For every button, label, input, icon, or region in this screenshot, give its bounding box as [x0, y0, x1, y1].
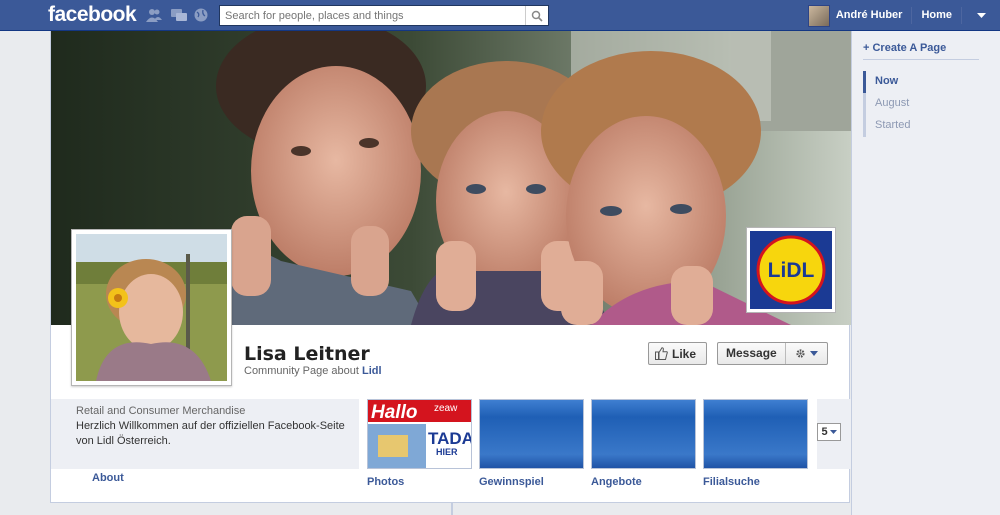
message-label[interactable]: Message [718, 343, 786, 364]
divider [863, 59, 979, 60]
magnifier-icon [531, 10, 543, 22]
profile-picture[interactable] [71, 229, 232, 386]
gewinnspiel-label[interactable]: Gewinnspiel [479, 476, 544, 488]
search-box [219, 5, 549, 26]
timeline-spine [451, 503, 453, 515]
account-menu-button[interactable] [962, 12, 1000, 19]
lidl-logo-badge[interactable]: LiDL [746, 227, 836, 313]
messages-icon[interactable] [171, 8, 187, 22]
more-apps-button[interactable]: 5 [817, 423, 841, 441]
search-input[interactable] [220, 6, 525, 25]
filialsuche-label[interactable]: Filialsuche [703, 476, 760, 488]
user-name-link[interactable]: André Huber [836, 7, 913, 24]
angebote-app-tile[interactable] [591, 399, 696, 469]
notifications-globe-icon[interactable] [194, 8, 208, 22]
subtitle-link[interactable]: Lidl [362, 365, 382, 377]
page-category: Retail and Consumer Merchandise [76, 405, 246, 417]
lidl-logo: LiDL [750, 231, 832, 309]
timeline: LiDL Lisa Leitner Community Page about L… [50, 31, 851, 515]
timeline-nav-now[interactable]: Now [863, 71, 910, 93]
friend-requests-icon[interactable] [146, 8, 162, 22]
thumbs-up-icon [655, 347, 668, 360]
photos-app-tile[interactable]: Hallo zeaw TADA HIER [367, 399, 472, 469]
page-description: Herzlich Willkommen auf der offiziellen … [76, 420, 345, 447]
gear-icon [796, 349, 805, 358]
like-label: Like [672, 346, 697, 361]
photos-thumbnail: Hallo zeaw TADA HIER [368, 400, 471, 468]
about-link[interactable]: About [92, 472, 124, 484]
page-title: Lisa Leitner [244, 343, 370, 365]
angebote-label[interactable]: Angebote [591, 476, 642, 488]
like-button[interactable]: Like [648, 342, 707, 365]
timeline-nav-started[interactable]: Started [863, 115, 910, 137]
user-avatar[interactable] [807, 4, 830, 27]
svg-text:TADA: TADA [428, 429, 471, 448]
svg-text:HIER: HIER [436, 447, 458, 457]
message-button[interactable]: Message [717, 342, 828, 365]
options-menu-button[interactable] [786, 348, 827, 359]
create-page-link[interactable]: + Create A Page [863, 42, 946, 54]
nav-right: André Huber Home [807, 0, 1000, 31]
chevron-down-icon [809, 351, 818, 356]
profile-image [76, 234, 227, 381]
more-apps-count: 5 [821, 426, 828, 438]
svg-text:zeaw: zeaw [434, 403, 458, 414]
create-page-label: Create A Page [872, 42, 947, 54]
right-column: + Create A Page Now August Started [851, 31, 1000, 515]
chevron-down-icon [829, 430, 837, 434]
search-button[interactable] [525, 6, 548, 25]
svg-text:Hallo: Hallo [371, 402, 417, 423]
top-bar: facebook André Huber Home [0, 0, 1000, 31]
subtitle-prefix: Community Page about [244, 365, 359, 377]
page-subtitle: Community Page about Lidl [244, 365, 382, 377]
timeline-nav: Now August Started [863, 71, 910, 137]
timeline-nav-august[interactable]: August [863, 93, 910, 115]
photos-label[interactable]: Photos [367, 476, 404, 488]
filialsuche-app-tile[interactable] [703, 399, 808, 469]
facebook-logo[interactable]: facebook [48, 3, 137, 27]
gewinnspiel-app-tile[interactable] [479, 399, 584, 469]
about-box: Retail and Consumer Merchandise Herzlich… [51, 399, 359, 469]
home-link[interactable]: Home [912, 7, 962, 24]
chevron-down-icon [976, 12, 986, 18]
svg-text:LiDL: LiDL [768, 259, 815, 282]
